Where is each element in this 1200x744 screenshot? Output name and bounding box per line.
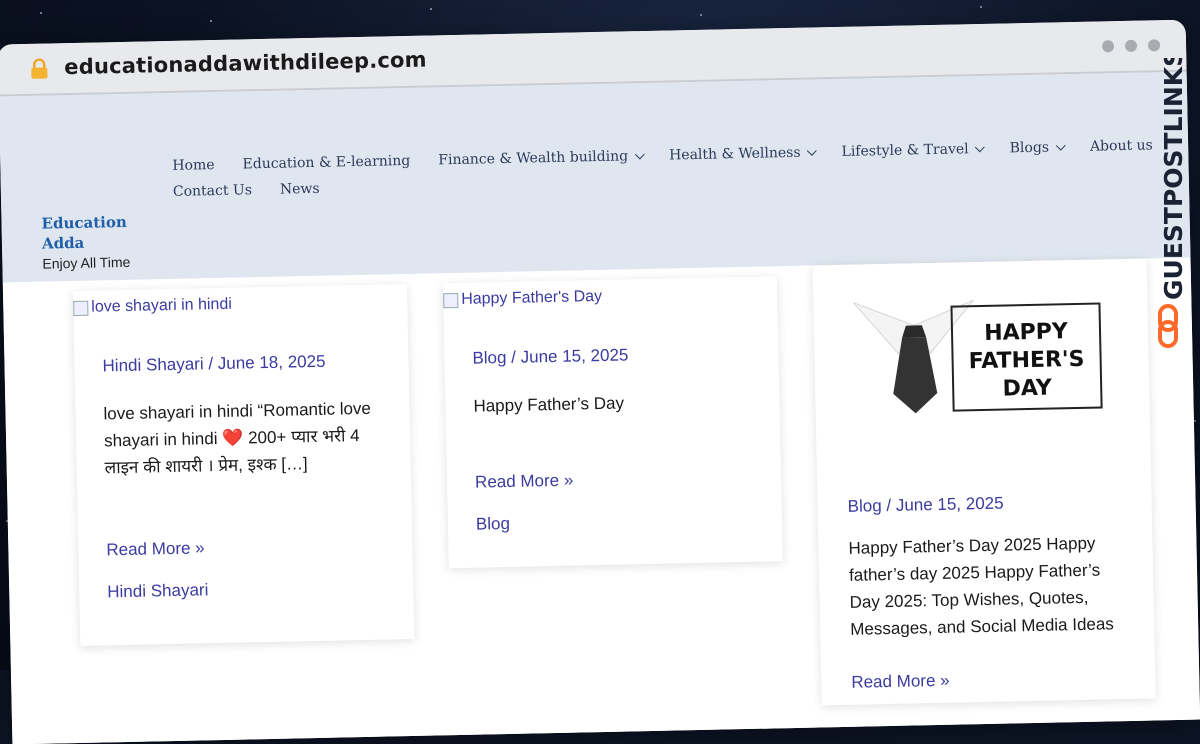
nav-label: Contact Us [172, 182, 253, 200]
category-link[interactable]: Blog [476, 514, 510, 535]
image-alt-text: love shayari in hindi [91, 295, 232, 316]
nav-item-health[interactable]: Health & Wellness [668, 144, 818, 164]
browser-window: educationaddawithdileep.com Education Ad… [0, 19, 1200, 744]
image-text: FATHER'S [968, 347, 1084, 374]
site-logo-title[interactable]: Education Adda [41, 212, 132, 254]
read-more-link[interactable]: Read More » [106, 538, 205, 560]
guestpostlinks-watermark: GUESTPOSTLINKS [1158, 58, 1188, 348]
site-tagline: Enjoy All Time [42, 253, 131, 272]
nav-label: Education & E-learning [242, 152, 411, 173]
broken-image-icon [443, 292, 459, 308]
post-card: Happy Father's Day Blog / June 15, 2025 … [442, 276, 783, 569]
chevron-down-icon [807, 145, 818, 156]
nav-label: Blogs [1009, 139, 1050, 157]
window-controls [1101, 39, 1161, 53]
post-image[interactable]: love shayari in hindi [73, 296, 232, 317]
post-card: love shayari in hindi Hindi Shayari / Ju… [72, 284, 415, 646]
nav-item-news[interactable]: News [280, 181, 320, 198]
chevron-down-icon [634, 149, 645, 159]
nav-item-lifestyle[interactable]: Lifestyle & Travel [841, 141, 986, 160]
nav-label: Health & Wellness [668, 144, 801, 164]
post-excerpt: Happy Father’s Day [473, 393, 625, 416]
main-nav: Home Education & E-learning Finance & We… [172, 133, 1153, 205]
site-header: Education Adda Enjoy All Time Home Educa… [0, 71, 1191, 283]
nav-item-about[interactable]: About us [1090, 137, 1153, 154]
post-excerpt: Happy Father’s Day 2025 Happy father’s d… [848, 533, 1115, 639]
nav-item-blogs[interactable]: Blogs [1009, 139, 1066, 157]
window-dot-icon[interactable] [1124, 39, 1138, 52]
nav-item-contact[interactable]: Contact Us [173, 182, 252, 200]
post-meta[interactable]: Blog / June 15, 2025 [472, 345, 628, 368]
nav-label: Home [172, 157, 215, 174]
window-dot-icon[interactable] [1147, 39, 1161, 52]
chevron-down-icon [975, 141, 986, 152]
watermark-text: GUESTPOSTLINKS [1159, 58, 1188, 300]
image-text: HAPPY [984, 319, 1069, 346]
read-more-link[interactable]: Read More » [851, 671, 950, 693]
read-more-link[interactable]: Read More » [475, 471, 574, 493]
nav-label: News [279, 180, 320, 198]
nav-label: Finance & Wealth building [438, 148, 629, 169]
window-dot-icon[interactable] [1101, 40, 1115, 53]
link-icon [1158, 304, 1178, 348]
nav-item-finance[interactable]: Finance & Wealth building [438, 148, 645, 169]
lock-icon [31, 58, 48, 79]
broken-image-icon [73, 300, 89, 316]
post-excerpt: love shayari in hindi “Romantic love sha… [103, 398, 372, 478]
nav-item-home[interactable]: Home [172, 157, 215, 174]
image-text: DAY [1002, 376, 1053, 402]
nav-label: Lifestyle & Travel [841, 141, 969, 160]
url-text[interactable]: educationaddawithdileep.com [64, 48, 427, 80]
post-card: HAPPY FATHER'S DAY Blog / June 15, 2025 … [812, 258, 1156, 706]
post-image[interactable]: Happy Father's Day [443, 288, 602, 309]
post-meta[interactable]: Hindi Shayari / June 18, 2025 [102, 352, 325, 377]
post-meta[interactable]: Blog / June 15, 2025 [847, 494, 1003, 517]
fathers-day-image[interactable]: HAPPY FATHER'S DAY [843, 285, 1106, 430]
nav-label: About us [1089, 137, 1153, 155]
chevron-down-icon [1055, 140, 1066, 151]
post-grid: love shayari in hindi Hindi Shayari / Ju… [2, 257, 1200, 744]
screenshot-frame: educationaddawithdileep.com Education Ad… [0, 0, 1200, 744]
category-link[interactable]: Hindi Shayari [107, 580, 209, 602]
nav-item-education[interactable]: Education & E-learning [242, 153, 410, 173]
image-alt-text: Happy Father's Day [461, 287, 603, 308]
